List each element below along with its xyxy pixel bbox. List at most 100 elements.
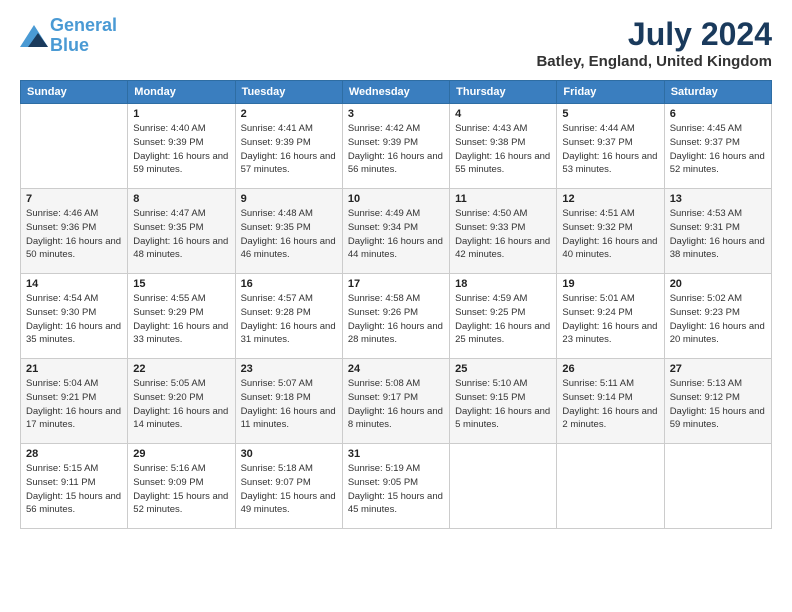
sunrise-text: Sunrise: 5:19 AM xyxy=(348,463,420,474)
day-number: 13 xyxy=(670,193,766,205)
calendar-cell: 28 Sunrise: 5:15 AM Sunset: 9:11 PM Dayl… xyxy=(21,444,128,529)
calendar-cell xyxy=(664,444,771,529)
day-info: Sunrise: 5:07 AM Sunset: 9:18 PM Dayligh… xyxy=(241,377,337,432)
sunset-text: Sunset: 9:12 PM xyxy=(670,392,740,403)
sunset-text: Sunset: 9:07 PM xyxy=(241,477,311,488)
day-number: 12 xyxy=(562,193,658,205)
sunset-text: Sunset: 9:39 PM xyxy=(241,137,311,148)
calendar-cell: 12 Sunrise: 4:51 AM Sunset: 9:32 PM Dayl… xyxy=(557,189,664,274)
day-number: 5 xyxy=(562,108,658,120)
th-monday: Monday xyxy=(128,81,235,104)
sunset-text: Sunset: 9:21 PM xyxy=(26,392,96,403)
day-info: Sunrise: 4:50 AM Sunset: 9:33 PM Dayligh… xyxy=(455,207,551,262)
logo: General Blue xyxy=(20,16,117,56)
calendar-cell: 24 Sunrise: 5:08 AM Sunset: 9:17 PM Dayl… xyxy=(342,359,449,444)
calendar-cell xyxy=(557,444,664,529)
calendar-cell: 25 Sunrise: 5:10 AM Sunset: 9:15 PM Dayl… xyxy=(450,359,557,444)
sunrise-text: Sunrise: 4:40 AM xyxy=(133,123,205,134)
header-row: Sunday Monday Tuesday Wednesday Thursday… xyxy=(21,81,772,104)
calendar-cell: 8 Sunrise: 4:47 AM Sunset: 9:35 PM Dayli… xyxy=(128,189,235,274)
day-info: Sunrise: 4:53 AM Sunset: 9:31 PM Dayligh… xyxy=(670,207,766,262)
day-info: Sunrise: 4:59 AM Sunset: 9:25 PM Dayligh… xyxy=(455,292,551,347)
daylight-text: Daylight: 16 hours and 23 minutes. xyxy=(562,321,657,346)
day-number: 15 xyxy=(133,278,229,290)
day-number: 14 xyxy=(26,278,122,290)
day-info: Sunrise: 4:46 AM Sunset: 9:36 PM Dayligh… xyxy=(26,207,122,262)
sunset-text: Sunset: 9:31 PM xyxy=(670,222,740,233)
sunrise-text: Sunrise: 5:18 AM xyxy=(241,463,313,474)
sunrise-text: Sunrise: 5:08 AM xyxy=(348,378,420,389)
day-number: 20 xyxy=(670,278,766,290)
day-info: Sunrise: 4:57 AM Sunset: 9:28 PM Dayligh… xyxy=(241,292,337,347)
calendar-cell: 20 Sunrise: 5:02 AM Sunset: 9:23 PM Dayl… xyxy=(664,274,771,359)
calendar-cell: 16 Sunrise: 4:57 AM Sunset: 9:28 PM Dayl… xyxy=(235,274,342,359)
calendar-cell: 22 Sunrise: 5:05 AM Sunset: 9:20 PM Dayl… xyxy=(128,359,235,444)
day-info: Sunrise: 5:19 AM Sunset: 9:05 PM Dayligh… xyxy=(348,462,444,517)
sunset-text: Sunset: 9:39 PM xyxy=(133,137,203,148)
day-info: Sunrise: 4:48 AM Sunset: 9:35 PM Dayligh… xyxy=(241,207,337,262)
subtitle: Batley, England, United Kingdom xyxy=(536,53,772,70)
calendar-week-2: 7 Sunrise: 4:46 AM Sunset: 9:36 PM Dayli… xyxy=(21,189,772,274)
sunset-text: Sunset: 9:28 PM xyxy=(241,307,311,318)
day-info: Sunrise: 4:42 AM Sunset: 9:39 PM Dayligh… xyxy=(348,122,444,177)
sunrise-text: Sunrise: 5:11 AM xyxy=(562,378,634,389)
calendar-cell: 1 Sunrise: 4:40 AM Sunset: 9:39 PM Dayli… xyxy=(128,104,235,189)
daylight-text: Daylight: 16 hours and 17 minutes. xyxy=(26,406,121,431)
sunset-text: Sunset: 9:35 PM xyxy=(133,222,203,233)
sunset-text: Sunset: 9:18 PM xyxy=(241,392,311,403)
sunset-text: Sunset: 9:17 PM xyxy=(348,392,418,403)
calendar-cell: 19 Sunrise: 5:01 AM Sunset: 9:24 PM Dayl… xyxy=(557,274,664,359)
day-info: Sunrise: 4:41 AM Sunset: 9:39 PM Dayligh… xyxy=(241,122,337,177)
sunset-text: Sunset: 9:35 PM xyxy=(241,222,311,233)
daylight-text: Daylight: 16 hours and 56 minutes. xyxy=(348,151,443,176)
daylight-text: Daylight: 16 hours and 31 minutes. xyxy=(241,321,336,346)
day-info: Sunrise: 5:13 AM Sunset: 9:12 PM Dayligh… xyxy=(670,377,766,432)
day-info: Sunrise: 4:45 AM Sunset: 9:37 PM Dayligh… xyxy=(670,122,766,177)
daylight-text: Daylight: 16 hours and 5 minutes. xyxy=(455,406,550,431)
day-number: 17 xyxy=(348,278,444,290)
sunrise-text: Sunrise: 4:41 AM xyxy=(241,123,313,134)
daylight-text: Daylight: 16 hours and 55 minutes. xyxy=(455,151,550,176)
th-thursday: Thursday xyxy=(450,81,557,104)
daylight-text: Daylight: 16 hours and 35 minutes. xyxy=(26,321,121,346)
calendar-cell: 27 Sunrise: 5:13 AM Sunset: 9:12 PM Dayl… xyxy=(664,359,771,444)
daylight-text: Daylight: 16 hours and 40 minutes. xyxy=(562,236,657,261)
day-info: Sunrise: 5:16 AM Sunset: 9:09 PM Dayligh… xyxy=(133,462,229,517)
daylight-text: Daylight: 15 hours and 52 minutes. xyxy=(133,491,228,516)
calendar-week-3: 14 Sunrise: 4:54 AM Sunset: 9:30 PM Dayl… xyxy=(21,274,772,359)
calendar-cell xyxy=(21,104,128,189)
th-tuesday: Tuesday xyxy=(235,81,342,104)
sunset-text: Sunset: 9:15 PM xyxy=(455,392,525,403)
calendar-cell: 6 Sunrise: 4:45 AM Sunset: 9:37 PM Dayli… xyxy=(664,104,771,189)
sunrise-text: Sunrise: 4:51 AM xyxy=(562,208,634,219)
day-info: Sunrise: 4:44 AM Sunset: 9:37 PM Dayligh… xyxy=(562,122,658,177)
day-info: Sunrise: 4:43 AM Sunset: 9:38 PM Dayligh… xyxy=(455,122,551,177)
day-number: 2 xyxy=(241,108,337,120)
sunset-text: Sunset: 9:05 PM xyxy=(348,477,418,488)
sunrise-text: Sunrise: 5:07 AM xyxy=(241,378,313,389)
day-info: Sunrise: 5:10 AM Sunset: 9:15 PM Dayligh… xyxy=(455,377,551,432)
daylight-text: Daylight: 16 hours and 25 minutes. xyxy=(455,321,550,346)
title-block: July 2024 Batley, England, United Kingdo… xyxy=(536,16,772,70)
daylight-text: Daylight: 15 hours and 49 minutes. xyxy=(241,491,336,516)
day-number: 31 xyxy=(348,448,444,460)
sunset-text: Sunset: 9:23 PM xyxy=(670,307,740,318)
sunrise-text: Sunrise: 4:57 AM xyxy=(241,293,313,304)
calendar-body: 1 Sunrise: 4:40 AM Sunset: 9:39 PM Dayli… xyxy=(21,104,772,529)
day-number: 4 xyxy=(455,108,551,120)
calendar-cell: 18 Sunrise: 4:59 AM Sunset: 9:25 PM Dayl… xyxy=(450,274,557,359)
calendar-cell: 10 Sunrise: 4:49 AM Sunset: 9:34 PM Dayl… xyxy=(342,189,449,274)
daylight-text: Daylight: 16 hours and 53 minutes. xyxy=(562,151,657,176)
sunrise-text: Sunrise: 5:13 AM xyxy=(670,378,742,389)
sunrise-text: Sunrise: 4:55 AM xyxy=(133,293,205,304)
day-number: 25 xyxy=(455,363,551,375)
sunrise-text: Sunrise: 5:15 AM xyxy=(26,463,98,474)
daylight-text: Daylight: 16 hours and 42 minutes. xyxy=(455,236,550,261)
daylight-text: Daylight: 16 hours and 20 minutes. xyxy=(670,321,765,346)
main-title: July 2024 xyxy=(536,16,772,53)
day-number: 19 xyxy=(562,278,658,290)
calendar-cell xyxy=(450,444,557,529)
calendar-cell: 13 Sunrise: 4:53 AM Sunset: 9:31 PM Dayl… xyxy=(664,189,771,274)
day-number: 24 xyxy=(348,363,444,375)
calendar-cell: 31 Sunrise: 5:19 AM Sunset: 9:05 PM Dayl… xyxy=(342,444,449,529)
